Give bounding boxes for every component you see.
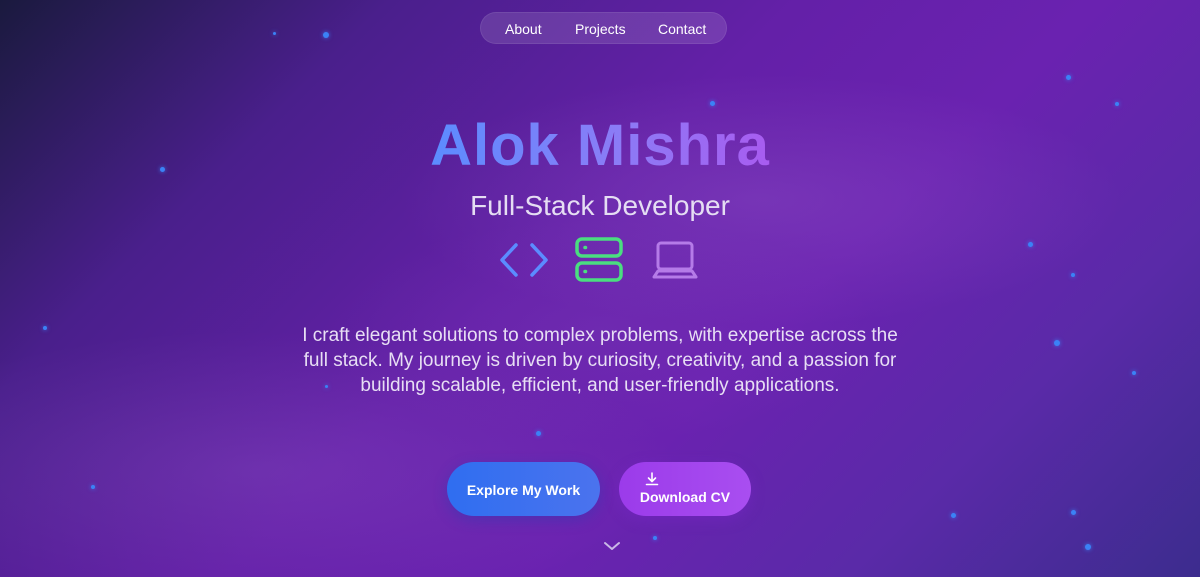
particle-dot [653, 536, 657, 540]
hero-name-text: Alok Mishra [430, 113, 770, 178]
hero-bio: I craft elegant solutions to complex pro… [302, 325, 898, 396]
particle-dot [950, 512, 956, 518]
particle-dot [1085, 544, 1091, 550]
nav-contact-link[interactable]: Contact [658, 21, 706, 37]
particle-dot [1065, 74, 1071, 80]
particle-dot [91, 485, 95, 489]
particle-dot [43, 326, 47, 330]
particle-dot [709, 100, 715, 106]
top-nav: About Projects Contact [480, 12, 727, 44]
download-icon [645, 472, 659, 486]
particle-dot [323, 32, 329, 38]
laptop-icon [652, 241, 698, 279]
hero-role: Full-Stack Developer [470, 190, 730, 221]
particle-dot [1070, 509, 1076, 515]
particle-dot [1115, 102, 1119, 106]
server-icon [575, 237, 623, 282]
download-cv-label: Download CV [639, 489, 731, 505]
particle-dot [1071, 273, 1075, 277]
nav-projects-link[interactable]: Projects [575, 21, 626, 37]
scroll-down-chevron-icon[interactable] [603, 540, 621, 552]
background-haze [0, 0, 1200, 577]
particle-dot [1054, 340, 1060, 346]
explore-work-button[interactable]: Explore My Work [447, 462, 600, 516]
particle-dot [1027, 241, 1033, 247]
hero-name: Alok Mishra [0, 112, 1200, 179]
download-cv-button[interactable]: Download CV [619, 462, 751, 516]
code-brackets-icon [500, 243, 548, 277]
particle-dot [272, 31, 276, 35]
particle-dot [535, 430, 541, 436]
nav-about-link[interactable]: About [505, 21, 542, 37]
particle-dot [1132, 371, 1136, 375]
